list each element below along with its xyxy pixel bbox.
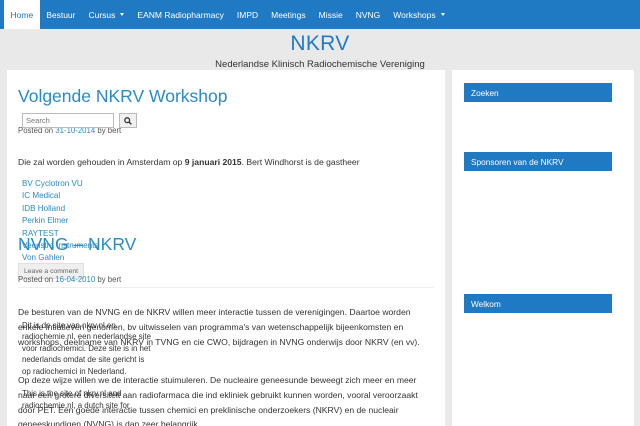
sponsor-link[interactable]: Perkin Elmer bbox=[22, 215, 98, 227]
sponsor-link[interactable]: IC Medical bbox=[22, 190, 98, 202]
caret-down-icon bbox=[440, 13, 445, 16]
nav-item-cursus[interactable]: Cursus bbox=[82, 0, 131, 29]
welcome-widget-heading: Welkom bbox=[464, 294, 612, 313]
sponsor-link[interactable]: RAYTEST bbox=[22, 228, 98, 240]
welcome-text: Dit is de site van nkrv.nl en radiochemi… bbox=[22, 320, 154, 423]
site-title[interactable]: NKRV bbox=[0, 32, 640, 56]
sponsor-list: BV Cyclotron VU IC Medical IDB Holland P… bbox=[22, 178, 98, 265]
sidebar: Zoeken Sponsoren van de NKRV Welkom bbox=[452, 70, 634, 426]
post-body: Die zal worden gehouden in Amsterdam op … bbox=[18, 157, 360, 167]
sponsors-widget-heading: Sponsoren van de NKRV bbox=[464, 152, 612, 171]
nav-item-impd[interactable]: IMPD bbox=[230, 0, 264, 29]
sponsor-link[interactable]: Von Gahlen bbox=[22, 252, 98, 264]
nav-item-missie[interactable]: Missie bbox=[312, 0, 349, 29]
search-input[interactable] bbox=[22, 113, 114, 128]
nav-item-workshops[interactable]: Workshops bbox=[387, 0, 451, 29]
nav-item-home[interactable]: Home bbox=[4, 0, 40, 29]
sponsor-link[interactable]: Veenstra Instruments bbox=[22, 240, 98, 252]
nav-item-eanm-radiopharmacy[interactable]: EANM Radiopharmacy bbox=[131, 0, 230, 29]
caret-down-icon bbox=[120, 13, 125, 16]
welcome-paragraph: This is the site of nkrv.nl and radioche… bbox=[22, 389, 130, 410]
top-navbar: Home Bestuur Cursus EANM Radiopharmacy I… bbox=[0, 0, 640, 29]
welcome-paragraph: Dit is de site van nkrv.nl en radiochemi… bbox=[22, 321, 151, 376]
nav-item-meetings[interactable]: Meetings bbox=[265, 0, 313, 29]
post-meta: Posted on 16-04-2010 by bert bbox=[18, 275, 122, 284]
search-button[interactable] bbox=[119, 113, 137, 128]
search-icon bbox=[124, 116, 132, 125]
sponsor-link[interactable]: IDB Holland bbox=[22, 203, 98, 215]
site-tagline: Nederlandse Klinisch Radiochemische Vere… bbox=[215, 59, 425, 70]
nav-item-bestuur[interactable]: Bestuur bbox=[40, 0, 82, 29]
post-title[interactable]: Volgende NKRV Workshop bbox=[18, 86, 227, 107]
search-widget-heading: Zoeken bbox=[464, 83, 612, 102]
post-author-link[interactable]: bert bbox=[108, 275, 121, 284]
sponsor-link[interactable]: BV Cyclotron VU bbox=[22, 178, 98, 190]
post-divider bbox=[18, 287, 434, 288]
post-date-link[interactable]: 16-04-2010 bbox=[55, 275, 95, 284]
nav-item-nvng[interactable]: NVNG bbox=[349, 0, 387, 29]
